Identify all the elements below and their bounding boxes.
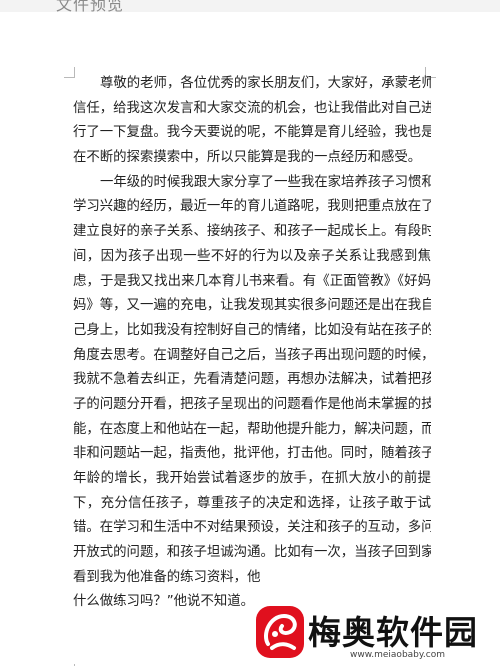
text-line: 年龄的增长，我开始尝试着逐步的放手，在抓大放小的前提: [73, 471, 431, 486]
text-line: 一年级的时候我跟大家分享了一些我在家培养孩子习惯和: [100, 174, 431, 190]
text-line: 建立良好的亲子关系、接纳孩子、和孩子一起成长上。有段时: [73, 224, 431, 240]
text-line: 在不断的探索摸索中，所以只能算是我的一点经历和感受。: [73, 150, 422, 166]
text-line: 行了一下复盘。我今天要说的呢，不能算是育儿经验，我也是: [73, 125, 431, 141]
text-line: 非和问题站一起，指责他，批评他，打击他。同时，随着孩子: [73, 446, 431, 462]
watermark-site-url: www.meiaobaby.com: [350, 650, 446, 660]
preview-header: 文件预览: [0, 0, 500, 12]
text-line: 能，在态度上和他站在一起，帮助他提升能力，解决问题，而: [73, 421, 431, 437]
text-line: 角度去思考。在调整好自己之后，当孩子再出现问题的时候，: [73, 347, 431, 363]
site-watermark: 梅奥软件园 www.meiaobaby.com: [250, 600, 500, 666]
text-line: 信任，给我这次发言和大家交流的机会，也让我借此对自己进: [73, 100, 431, 116]
document-body: 尊敬的老师，各位优秀的家长朋友们，大家好，承蒙老师 信任，给我这次发言和大家交流…: [73, 72, 431, 615]
text-line: 下，充分信任孩子，尊重孩子的决定和选择，让孩子敢于试: [73, 495, 431, 511]
meiao-logo-icon: [254, 604, 306, 660]
text-line: 看到我为他准备的练习资料，他: [73, 569, 261, 585]
watermark-site-name: 梅奥软件园: [308, 613, 478, 652]
preview-title: 文件预览: [56, 0, 125, 12]
text-line: 子的问题分开看，把孩子呈现出的问题看作是他尚未掌握的技: [73, 396, 431, 412]
text-line: 妈》等，又一遍的充电，让我发现其实很多问题还是出在我自: [73, 298, 431, 314]
text-line: 虑，于是我又找出来几本育儿书来看。有《正面管教》《好妈: [73, 273, 431, 289]
text-line: 尊敬的老师，各位优秀的家长朋友们，大家好，承蒙老师: [100, 76, 431, 91]
text-line: 间，因为孩子出现一些不好的行为以及亲子关系让我感到焦: [73, 248, 431, 264]
text-line: 我就不急着去纠正，先看清楚问题，再想办法解决，试着把孩: [73, 372, 431, 388]
text-line: 开放式的问题，和孩子坦诚沟通。比如有一次，当孩子回到家: [73, 545, 431, 561]
text-line: 己身上，比如我没有控制好自己的情绪，比如没有站在孩子的: [73, 322, 431, 338]
text-line: 错。在学习和生活中不对结果预设，关注和孩子的互动，多问: [73, 520, 431, 536]
text-line: 学习兴趣的经历，最近一年的育儿道路呢，我则把重点放在了: [73, 199, 431, 215]
